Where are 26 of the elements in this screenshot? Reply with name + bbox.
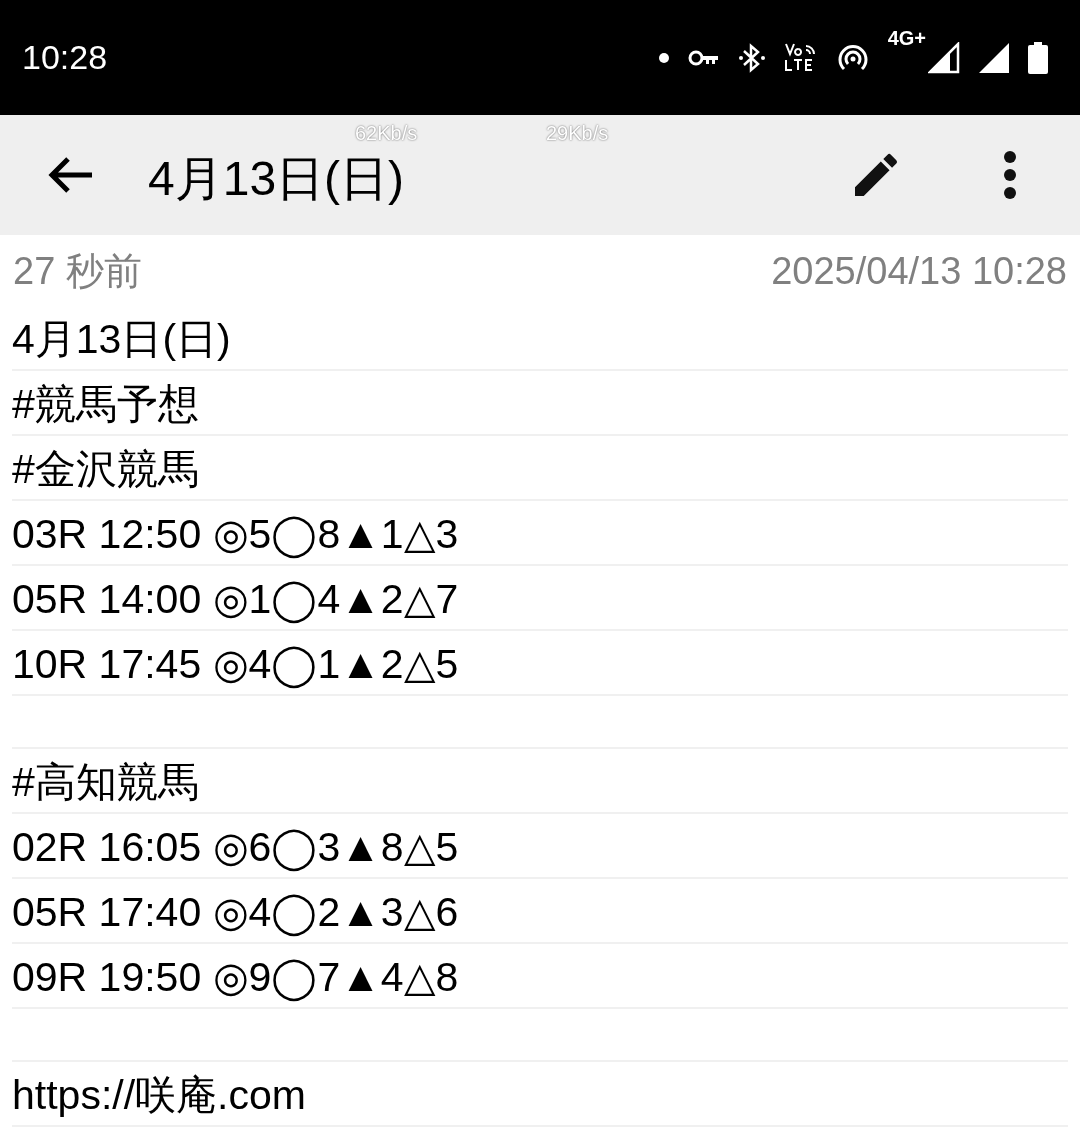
signal-icon [978,41,1010,74]
network-type: 4G+ [887,27,926,48]
signal-icon [928,41,960,74]
volte-icon [783,41,818,74]
note-line: 4月13日(日) [12,315,231,364]
note-line: 10R 17:45 ◎4◯1▲2△5 [12,640,459,691]
note-line: #金沢競馬 [12,445,199,494]
battery-icon [1028,41,1048,74]
note-line: 02R 16:05 ◎6◯3▲8△5 [12,823,459,874]
note-line: https://咲庵.com [12,1071,306,1120]
note-line: #高知競馬 [12,758,199,807]
note-title: 4月13日(日) [148,155,405,203]
network-speed: 29Kb/s [546,123,609,143]
note-line: 05R 17:40 ◎4◯2▲3△6 [12,888,459,939]
bluetooth-icon [737,41,766,74]
note-line: 05R 14:00 ◎1◯4▲2△7 [12,575,459,626]
relative-time: 27 秒前 [13,249,142,294]
note-line: 09R 19:50 ◎9◯7▲4△8 [12,953,459,1004]
dot-icon [657,51,670,64]
more-icon [1002,150,1018,200]
note-line: 03R 12:50 ◎5◯8▲1△3 [12,510,459,561]
network-speed: 62Kb/s [355,123,418,143]
note-line: #競馬予想 [12,380,199,429]
timestamp: 2025/04/13 10:28 [771,249,1067,294]
back-arrow-icon [46,155,94,195]
clock: 10:28 [22,37,108,78]
